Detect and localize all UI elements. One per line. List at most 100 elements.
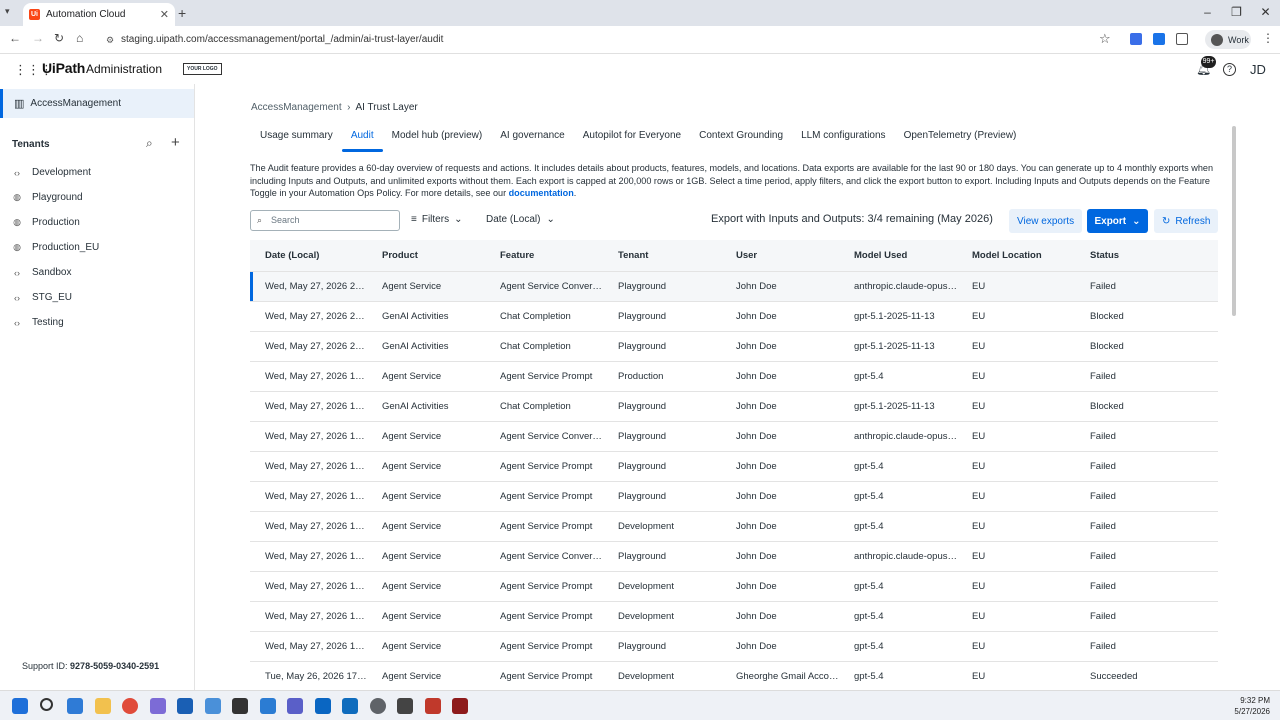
windows-start-icon[interactable] xyxy=(12,698,28,714)
column-header[interactable]: Model Used xyxy=(839,250,957,261)
table-row[interactable]: Wed, May 27, 2026 14:54 Agent Service Agen… xyxy=(250,512,1218,542)
app-icon[interactable] xyxy=(315,698,331,714)
table-row[interactable]: Wed, May 27, 2026 14:51 Agent Service Agen… xyxy=(250,602,1218,632)
app-icon[interactable] xyxy=(425,698,441,714)
export-button[interactable]: Export ⌄ xyxy=(1087,209,1148,233)
table-row[interactable]: Wed, May 27, 2026 19:29 GenAI Activities C… xyxy=(250,392,1218,422)
scrollbar[interactable] xyxy=(1232,126,1236,316)
bookmark-star-icon[interactable]: ☆ xyxy=(1099,31,1111,47)
search-icon[interactable] xyxy=(40,698,53,711)
sidebar-item-tenant[interactable]: ◍ Production xyxy=(0,210,194,235)
column-header[interactable]: Date (Local) xyxy=(250,250,367,261)
app-icon[interactable] xyxy=(205,698,221,714)
extension-icon[interactable] xyxy=(1153,33,1165,45)
table-cell: EU xyxy=(972,461,986,472)
table-row[interactable]: Wed, May 27, 2026 20:05 GenAI Activities C… xyxy=(250,302,1218,332)
view-exports-button[interactable]: View exports xyxy=(1009,209,1083,233)
table-cell: Agent Service xyxy=(382,491,442,502)
close-tab-icon[interactable]: ✕ xyxy=(160,8,169,21)
table-row[interactable]: Wed, May 27, 2026 19:26 Agent Service Agen… xyxy=(250,452,1218,482)
add-tenant-icon[interactable]: + xyxy=(171,134,180,151)
sidebar-item-accessmanagement[interactable]: ▥ AccessManagement xyxy=(0,89,194,118)
extension-icon[interactable] xyxy=(1130,33,1142,45)
tab-model-hub-preview[interactable]: Model hub (preview) xyxy=(383,128,492,152)
tab-search-icon[interactable]: ▾ xyxy=(5,6,10,17)
column-header[interactable]: User xyxy=(721,250,839,261)
app-icon[interactable] xyxy=(452,698,468,714)
table-row[interactable]: Wed, May 27, 2026 19:55 Agent Service Agen… xyxy=(250,362,1218,392)
browser-menu-icon[interactable]: ⋮ xyxy=(1262,31,1274,45)
column-header[interactable]: Model Location xyxy=(957,250,1075,261)
column-header[interactable]: Product xyxy=(367,250,485,261)
file-explorer-icon[interactable] xyxy=(95,698,111,714)
table-row[interactable]: Wed, May 27, 2026 14:53 Agent Service Agen… xyxy=(250,542,1218,572)
tab-context-grounding[interactable]: Context Grounding xyxy=(690,128,792,152)
close-window-icon[interactable]: ✕ xyxy=(1251,0,1280,26)
outlook-icon[interactable] xyxy=(342,698,358,714)
browser-tab-strip: ▾ Ui Automation Cloud ✕ + – ❐ ✕ xyxy=(0,0,1280,26)
refresh-button[interactable]: ↻ Refresh xyxy=(1154,209,1219,233)
table-row[interactable]: Wed, May 27, 2026 14:52 Agent Service Agen… xyxy=(250,572,1218,602)
brand-logo[interactable]: UiPath xyxy=(42,60,85,76)
product-name: Administration xyxy=(86,62,163,76)
column-header[interactable]: Feature xyxy=(485,250,603,261)
reload-icon[interactable]: ↻ xyxy=(54,31,64,45)
tab-audit[interactable]: Audit xyxy=(341,128,383,152)
sidebar-item-tenant[interactable]: ‹› STG_EU xyxy=(0,285,194,310)
restore-icon[interactable]: ❐ xyxy=(1222,0,1251,26)
table-row[interactable]: Wed, May 27, 2026 20:05 GenAI Activities C… xyxy=(250,332,1218,362)
tab-opentelemetry-preview[interactable]: OpenTelemetry (Preview) xyxy=(895,128,1026,152)
teams-icon[interactable] xyxy=(287,698,303,714)
tab-llm-configurations[interactable]: LLM configurations xyxy=(792,128,895,152)
table-cell: EU xyxy=(972,641,986,652)
app-icon[interactable] xyxy=(150,698,166,714)
table-row[interactable]: Wed, May 27, 2026 19:27 Agent Service Agen… xyxy=(250,422,1218,452)
breadcrumb-parent[interactable]: AccessManagement xyxy=(251,102,342,113)
system-clock[interactable]: 9:32 PM 5/27/2026 xyxy=(1234,695,1270,717)
tab-ai-governance[interactable]: AI governance xyxy=(491,128,574,152)
table-row[interactable]: Wed, May 27, 2026 14:57 Agent Service Agen… xyxy=(250,482,1218,512)
filters-button[interactable]: ≡ Filters ⌄ xyxy=(411,214,462,225)
chrome-icon[interactable] xyxy=(122,698,138,714)
table-row[interactable]: Wed, May 27, 2026 20:06 Agent Service Agen… xyxy=(250,272,1218,302)
tab-autopilot-for-everyone[interactable]: Autopilot for Everyone xyxy=(574,128,690,152)
url-field[interactable]: ⚙ staging.uipath.com/accessmanagement/po… xyxy=(100,30,1115,50)
documentation-link[interactable]: documentation xyxy=(509,188,574,198)
tenant-label: Playground xyxy=(32,192,83,203)
table-cell: Chat Completion xyxy=(500,311,571,322)
extensions-puzzle-icon[interactable] xyxy=(1176,33,1188,45)
profile-button[interactable]: Work xyxy=(1205,30,1251,49)
app-icon[interactable] xyxy=(397,698,413,714)
table-cell: Wed, May 27, 2026 14:54 xyxy=(265,521,367,532)
user-initials[interactable]: JD xyxy=(1250,62,1266,77)
vscode-icon[interactable] xyxy=(260,698,276,714)
browser-tab[interactable]: Ui Automation Cloud ✕ xyxy=(23,3,175,26)
table-row[interactable]: Wed, May 27, 2026 14:47 Agent Service Agen… xyxy=(250,632,1218,662)
new-tab-button[interactable]: + xyxy=(178,5,186,21)
app-icon[interactable] xyxy=(67,698,83,714)
search-icon: ⌕ xyxy=(257,215,263,225)
table-row[interactable]: Tue, May 26, 2026 17:48 Agent Service Agen… xyxy=(250,662,1218,690)
sidebar-item-tenant[interactable]: ◍ Production_EU xyxy=(0,235,194,260)
app-icon[interactable] xyxy=(177,698,193,714)
sidebar-item-tenant[interactable]: ◍ Playground xyxy=(0,185,194,210)
table-cell: EU xyxy=(972,581,986,592)
site-info-icon[interactable]: ⚙ xyxy=(106,30,114,50)
forward-icon[interactable]: → xyxy=(32,31,44,45)
search-input[interactable]: ⌕ Search xyxy=(250,210,400,231)
terminal-icon[interactable] xyxy=(232,698,248,714)
chrome-icon[interactable] xyxy=(370,698,386,714)
minimize-icon[interactable]: – xyxy=(1193,0,1222,26)
sidebar-item-tenant[interactable]: ‹› Development xyxy=(0,160,194,185)
sidebar-item-tenant[interactable]: ‹› Sandbox xyxy=(0,260,194,285)
back-icon[interactable]: ← xyxy=(9,31,21,45)
home-icon[interactable]: ⌂ xyxy=(76,31,83,45)
table-cell: John Doe xyxy=(736,371,777,382)
tab-usage-summary[interactable]: Usage summary xyxy=(251,128,342,152)
date-select[interactable]: Date (Local) ⌄ xyxy=(486,214,555,225)
search-icon[interactable]: ⌕ xyxy=(146,136,153,151)
column-header[interactable]: Tenant xyxy=(603,250,721,261)
column-header[interactable]: Status xyxy=(1075,250,1218,261)
help-icon[interactable]: ? xyxy=(1223,63,1236,76)
sidebar-item-tenant[interactable]: ‹› Testing xyxy=(0,310,194,335)
